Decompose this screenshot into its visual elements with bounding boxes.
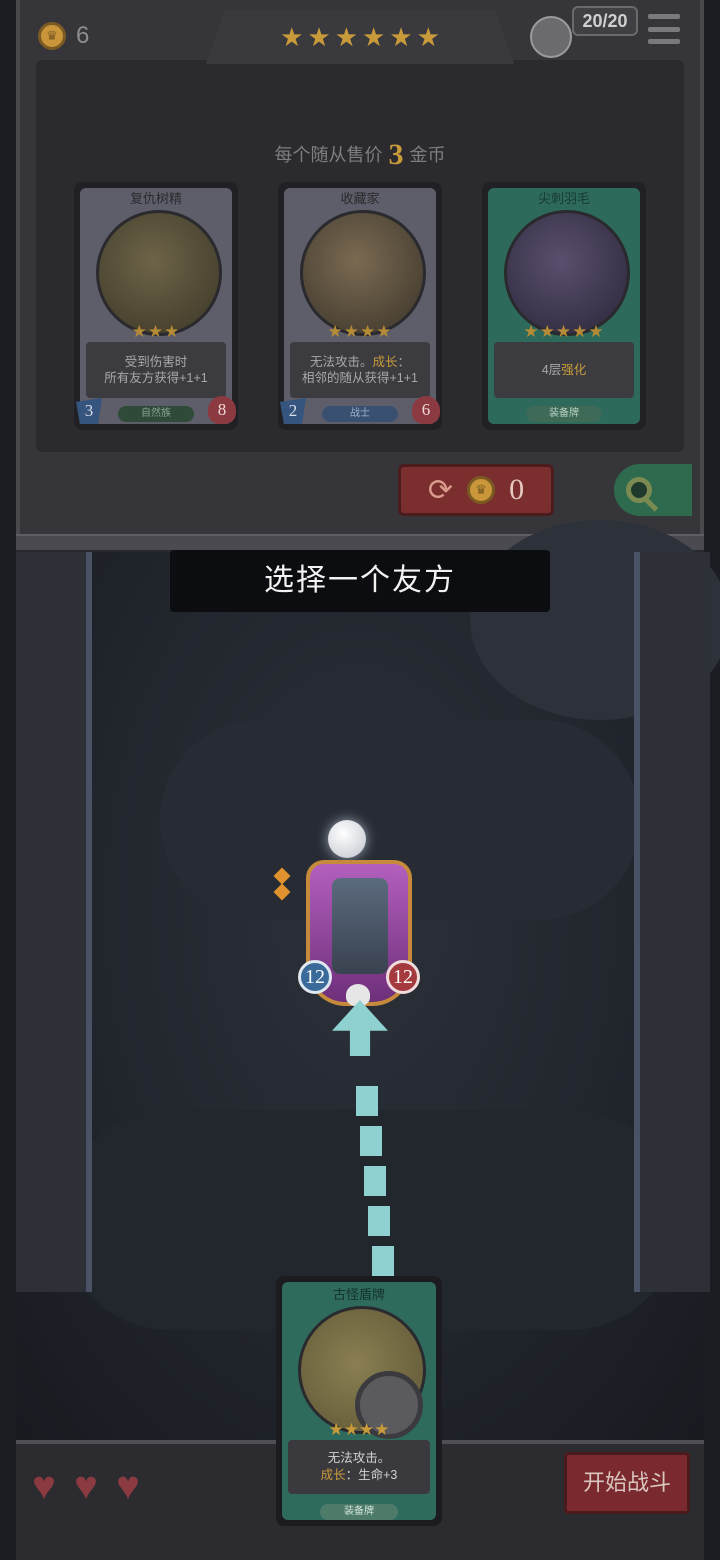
sell-suffix: 金币 [409, 145, 446, 165]
card-title: 复仇树精 [129, 191, 182, 206]
target-arrow-dash [368, 1206, 390, 1236]
life-heart-icon: ♥ [32, 1464, 56, 1508]
tier-star-icon: ★ [307, 22, 331, 52]
select-target-prompt: 选择一个友方 [170, 550, 550, 612]
card-attack: 3 [76, 398, 102, 424]
card-text-part: 无法攻击。 [309, 355, 373, 369]
target-arrow-dash [356, 1086, 378, 1116]
minion-health: 12 [386, 960, 420, 994]
menu-icon[interactable] [648, 14, 680, 44]
card-text-part: ： [397, 355, 411, 369]
refresh-cost: 0 [509, 473, 525, 506]
card-tribe-tag: 战士 [322, 406, 398, 422]
card-stars: ★★★★ [327, 322, 393, 341]
card-text-line: 4层强化 [494, 362, 634, 378]
card-health: 6 [412, 396, 440, 424]
card-text-line: 无法攻击。成长： [290, 354, 430, 370]
life-heart-icon: ♥ [116, 1464, 140, 1508]
growth-keyword: 成长 [320, 1468, 346, 1482]
target-arrow-dash [364, 1166, 386, 1196]
player-health: 20/20 [572, 6, 638, 36]
growth-keyword: 成长 [372, 355, 398, 369]
card-text-line: 无法攻击。 [327, 1451, 391, 1465]
target-arrow-dash [372, 1246, 394, 1276]
minion-attack: 12 [298, 960, 332, 994]
treant-art [96, 210, 222, 336]
board-pillar-right [634, 552, 710, 1292]
gold-display: ♛ 6 [38, 18, 89, 54]
shop-card-3[interactable]: 尖刺羽毛 ★★★★★ 4层强化 装备牌 [482, 182, 646, 430]
card-text-line: 所有友方获得+1+1 [104, 371, 208, 385]
player-avatar[interactable] [530, 16, 572, 58]
card-attack: 2 [280, 398, 306, 424]
card-text-part: 4层 [541, 363, 562, 377]
card-title: 古怪盾牌 [332, 1287, 385, 1302]
tier-star-icon: ★ [362, 22, 386, 52]
feather-art [504, 210, 630, 336]
coin-icon: ♛ [38, 22, 66, 50]
start-battle-button[interactable]: 开始战斗 [564, 1452, 690, 1514]
card-type-tag: 装备牌 [320, 1504, 398, 1520]
card-text: 无法攻击。成长： 相邻的随从获得+1+1 [290, 342, 430, 398]
card-text-part: ：生命+3 [345, 1468, 398, 1482]
sell-price: 3 [388, 138, 404, 171]
card-stars: ★★★★ [328, 1420, 390, 1439]
hand-card[interactable]: 古怪盾牌 ★★★★ 无法攻击。 成长：生命+3 装备牌 [276, 1276, 442, 1526]
card-text-line: 相邻的随从获得+1+1 [301, 371, 418, 385]
tier-star-icon: ★ [389, 22, 413, 52]
robot-minion-icon [332, 878, 388, 974]
card-tribe-tag: 自然族 [118, 406, 194, 422]
tier-star-icon: ★ [334, 22, 358, 52]
target-arrow-dash [360, 1126, 382, 1156]
card-health: 8 [208, 396, 236, 424]
card-text-line: 受到伤害时 [124, 355, 188, 369]
board-minion[interactable]: 12 12 [298, 860, 420, 1010]
coin-icon: ♛ [467, 476, 496, 504]
refresh-button[interactable]: ⟳ ♛ 0 [398, 464, 554, 516]
card-text-line: 成长：生命+3 [288, 1467, 430, 1484]
tier-star-icon: ★ [416, 22, 440, 52]
gold-count: 6 [76, 22, 90, 49]
card-title: 收藏家 [340, 191, 380, 206]
search-icon [626, 477, 652, 503]
board-pillar-left [16, 552, 92, 1292]
target-orb-icon [328, 820, 366, 858]
buff-keyword: 强化 [561, 363, 587, 377]
shop-card-2[interactable]: 收藏家 ★★★★ 无法攻击。成长： 相邻的随从获得+1+1 战士 2 6 [278, 182, 442, 430]
card-type-tag: 装备牌 [526, 406, 602, 422]
tavern-tier-stars: ★ ★ ★ ★ ★ ★ [206, 10, 514, 64]
card-text: 无法攻击。 成长：生命+3 [288, 1440, 430, 1494]
collector-art [300, 210, 426, 336]
search-button[interactable] [614, 464, 692, 516]
shop-card-1[interactable]: 复仇树精 ★★★ 受到伤害时 所有友方获得+1+1 自然族 3 8 [74, 182, 238, 430]
life-heart-icon: ♥ [74, 1464, 98, 1508]
shield-art [298, 1306, 426, 1439]
sell-price-info: 每个随从售价 3 金币 [36, 138, 684, 172]
card-text: 受到伤害时 所有友方获得+1+1 [86, 342, 226, 398]
tier-star-icon: ★ [280, 22, 304, 52]
card-stars: ★★★★★ [523, 322, 605, 341]
card-stars: ★★★ [131, 322, 181, 341]
card-text: 4层强化 [494, 342, 634, 398]
card-title: 尖刺羽毛 [537, 191, 590, 206]
sell-prefix: 每个随从售价 [274, 145, 383, 165]
refresh-icon: ⟳ [427, 473, 454, 507]
